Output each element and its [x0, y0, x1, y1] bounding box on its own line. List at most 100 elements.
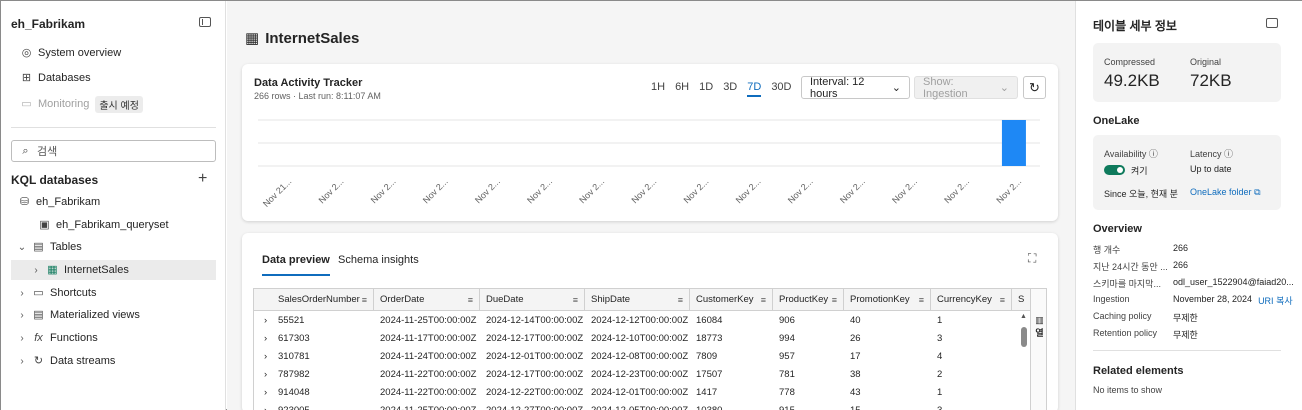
table-row[interactable]: › 617303 2024-11-17T00:00:00Z 2024-12-17T00… — [254, 330, 1014, 348]
tree-queryset[interactable]: ▣ eh_Fabrikam_queryset — [39, 215, 168, 235]
tree-shortcuts[interactable]: › ▭ Shortcuts — [17, 283, 96, 303]
tree-materialized-views[interactable]: › ▤ Materialized views — [17, 305, 140, 325]
column-header[interactable]: ShipDate ≡ — [585, 289, 690, 311]
column-menu-icon[interactable]: ≡ — [678, 289, 683, 311]
chevron-right-icon[interactable]: › — [17, 288, 27, 299]
main-content: ▦ InternetSales Data Activity Tracker 26… — [227, 1, 1075, 410]
function-icon: fx — [34, 331, 43, 344]
table-row[interactable]: › 914048 2024-11-22T00:00:00Z 2024-12-22T00… — [254, 384, 1014, 402]
table-cell: 7809 — [696, 351, 718, 362]
expand-row-icon[interactable]: › — [258, 330, 267, 348]
column-header[interactable]: ProductKey ≡ — [773, 289, 844, 311]
column-header[interactable]: SalesOrderNumber ≡ — [272, 289, 374, 311]
tree-functions[interactable]: › fx Functions — [17, 328, 98, 348]
table-cell: 3 — [937, 333, 943, 344]
table-cell: 3 — [931, 402, 942, 410]
column-menu-icon[interactable]: ≡ — [761, 289, 766, 311]
chevron-right-icon[interactable]: › — [17, 310, 27, 321]
tree-data-streams[interactable]: › ↻ Data streams — [17, 351, 115, 371]
expand-icon[interactable]: ⛶ — [1028, 251, 1036, 266]
overview-value: November 28, 2024 — [1173, 294, 1253, 304]
vertical-scrollbar[interactable]: ▲ — [1020, 313, 1028, 410]
table-cell: 2024-11-22T00:00:00Z — [380, 387, 477, 398]
column-header[interactable]: S — [1012, 289, 1032, 311]
onelake-folder-link[interactable]: OneLake folder ⧉ — [1190, 187, 1261, 198]
table-cell: 2024-12-22T00:00:00Z — [486, 387, 584, 398]
monitor-icon: ▭ — [21, 97, 32, 110]
shortcut-folder-icon: ▭ — [33, 286, 44, 299]
table-row[interactable]: › 787982 2024-11-22T00:00:00Z 2024-12-17T00… — [254, 366, 1014, 384]
chevron-right-icon[interactable]: › — [31, 265, 41, 276]
nav-databases[interactable]: ⊞ Databases — [21, 69, 91, 87]
collapse-panel-icon[interactable] — [1266, 18, 1278, 28]
x-tick-label: Nov 2... — [734, 176, 763, 205]
column-menu-icon[interactable]: ≡ — [832, 289, 837, 311]
table-cell: 617303 — [278, 333, 310, 344]
column-menu-icon[interactable]: ≡ — [1000, 289, 1005, 311]
table-cell: 906 — [779, 315, 795, 326]
overview-row: 행 개수 266 — [1093, 243, 1188, 256]
expand-row-icon[interactable]: › — [258, 384, 267, 402]
x-tick-label: Nov 2... — [629, 176, 658, 205]
dashboard-icon: ◎ — [21, 46, 32, 59]
overview-value: 266 — [1173, 243, 1189, 253]
overview-value: odl_user_1522904@faiad20... — [1173, 277, 1294, 287]
x-tick-label: Nov 2... — [525, 176, 554, 205]
related-empty: No items to show — [1093, 385, 1163, 395]
column-header-label: DueDate — [486, 294, 524, 305]
expand-row-icon[interactable]: › — [258, 348, 267, 366]
column-header-label: OrderDate — [380, 294, 425, 305]
tree-label: Functions — [50, 332, 98, 344]
table-row[interactable]: › 310781 2024-11-24T00:00:00Z 2024-12-01T00… — [254, 348, 1014, 366]
collapse-sidebar-icon[interactable] — [199, 17, 211, 27]
overview-row: 스키마를 마지막... odl_user_1522904@faiad20... — [1093, 277, 1294, 290]
column-header-label: ShipDate — [591, 294, 631, 305]
table-cell: 781 — [779, 369, 795, 380]
tree-internetsales[interactable]: › ▦ InternetSales — [11, 260, 216, 280]
chevron-right-icon[interactable]: › — [17, 356, 27, 367]
table-row[interactable]: › 923005 2024-11-25T00:00:00Z 2024-12-27T00… — [254, 402, 1014, 410]
chart-bar[interactable] — [1001, 120, 1026, 166]
column-header[interactable]: CustomerKey ≡ — [690, 289, 773, 311]
nav-system-overview[interactable]: ◎ System overview — [21, 44, 121, 62]
copy-uri-link[interactable]: URI 복사 — [1258, 294, 1293, 307]
tree-tables[interactable]: ⌄ ▤ Tables — [17, 237, 82, 257]
table-row[interactable]: › 55521 2024-11-25T00:00:00Z 2024-12-14T00:… — [254, 312, 1014, 330]
expand-row-icon[interactable]: › — [258, 366, 267, 384]
overview-row: Ingestion November 28, 2024 URI 복사 — [1093, 294, 1293, 307]
tab-data-preview[interactable]: Data preview — [262, 254, 330, 276]
expand-row-icon[interactable]: › — [258, 312, 267, 330]
column-menu-icon[interactable]: ≡ — [362, 289, 367, 311]
scrollbar-thumb[interactable] — [1021, 327, 1027, 347]
table-cell: 994 — [779, 333, 795, 344]
table-cell: 4 — [937, 351, 943, 362]
divider — [1093, 350, 1281, 351]
related-title: Related elements — [1093, 365, 1184, 377]
column-menu-icon[interactable]: ≡ — [919, 289, 924, 311]
column-header[interactable]: PromotionKey ≡ — [844, 289, 931, 311]
add-icon[interactable]: + — [198, 170, 207, 188]
columns-panel-toggle[interactable]: ▥ 열 — [1030, 289, 1046, 410]
table-cell: 914048 — [278, 387, 310, 398]
chevron-right-icon[interactable]: › — [17, 333, 27, 344]
column-header[interactable]: OrderDate ≡ — [374, 289, 480, 311]
grid-header: SalesOrderNumber ≡ OrderDate ≡ DueDate ≡ ShipD… — [254, 289, 1046, 311]
column-header[interactable]: DueDate ≡ — [480, 289, 585, 311]
scroll-up-icon[interactable]: ▲ — [1020, 313, 1027, 320]
search-input[interactable]: ⌕ 검색 — [11, 140, 216, 162]
expand-row-icon[interactable]: › — [258, 402, 267, 410]
column-header[interactable]: CurrencyKey ≡ — [931, 289, 1012, 311]
table-cell: 787982 — [278, 369, 310, 380]
size-box: Compressed 49.2KB Original 72KB — [1093, 43, 1281, 102]
tree-database[interactable]: ⛁ eh_Fabrikam — [19, 192, 100, 212]
column-menu-icon[interactable]: ≡ — [468, 289, 473, 311]
table-cell: 17507 — [696, 369, 723, 380]
chevron-down-icon[interactable]: ⌄ — [17, 242, 27, 253]
tab-schema-insights[interactable]: Schema insights — [338, 254, 419, 274]
x-tick-label: Nov 2... — [890, 176, 919, 205]
table-cell: 778 — [779, 387, 795, 398]
column-menu-icon[interactable]: ≡ — [573, 289, 578, 311]
divider — [11, 127, 216, 128]
availability-toggle[interactable] — [1104, 165, 1125, 175]
compressed-value: 49.2KB — [1104, 71, 1160, 90]
